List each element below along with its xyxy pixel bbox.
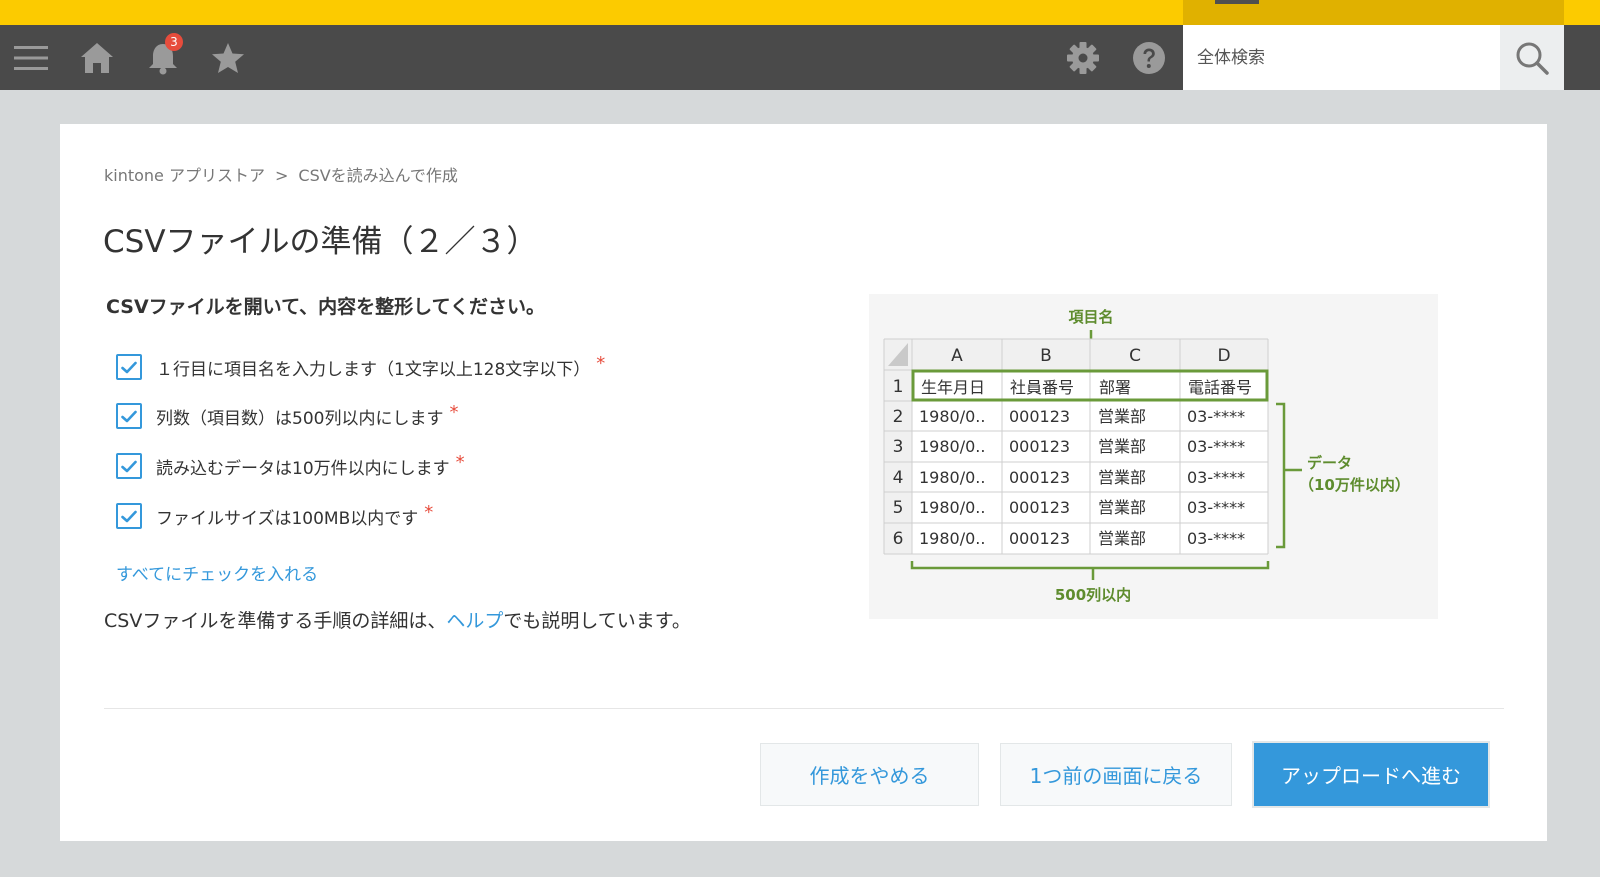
user-tab-marker (1215, 0, 1259, 4)
search-icon (1516, 42, 1549, 75)
notification-badge: 3 (165, 33, 183, 51)
global-search-input[interactable] (1183, 25, 1500, 90)
csv-format-illustration: 項目名 A B C D 1 2 3 4 5 6 生年月日 社員番号 部署 電話番… (869, 294, 1438, 619)
row-number: 5 (893, 498, 904, 518)
data-cell: 1980/0.. (919, 468, 985, 487)
required-mark: * (449, 401, 459, 423)
help-icon[interactable] (1124, 25, 1174, 90)
help-text: CSVファイルを準備する手順の詳細は、ヘルプでも説明しています。 (104, 606, 691, 633)
help-text-suffix: でも説明しています。 (503, 610, 691, 632)
data-cell: 営業部 (1098, 529, 1146, 548)
checkbox[interactable] (116, 503, 142, 529)
checklist-item[interactable]: １行目に項目名を入力します（1文字以上128文字以下） * (116, 352, 605, 382)
data-cell: 営業部 (1098, 498, 1146, 517)
column-letter: A (951, 346, 963, 366)
checklist-item-label: 読み込むデータは10万件以内にします (156, 458, 450, 479)
checkbox[interactable] (116, 354, 142, 380)
required-mark: * (424, 501, 434, 523)
required-mark: * (455, 451, 465, 473)
checklist-item[interactable]: 列数（項目数）は500列以内にします * (116, 401, 458, 431)
data-cell: 1980/0.. (919, 498, 985, 517)
columns-limit-label: 500列以内 (1055, 586, 1131, 604)
row-number: 6 (893, 529, 904, 549)
checkmark-icon (121, 361, 137, 373)
header-cell: 部署 (1099, 378, 1131, 397)
notification-bell-icon[interactable]: 3 (138, 25, 188, 90)
proceed-upload-button[interactable]: アップロードへ進む (1254, 743, 1488, 806)
data-cell: 03-**** (1187, 407, 1245, 426)
data-cell: 営業部 (1098, 407, 1146, 426)
column-letter: C (1129, 346, 1141, 366)
checklist-item[interactable]: ファイルサイズは100MB以内です * (116, 501, 433, 531)
header-cell: 生年月日 (921, 378, 985, 397)
data-cell: 03-**** (1187, 498, 1245, 517)
gear-icon[interactable] (1058, 25, 1108, 90)
header-label: 項目名 (1068, 308, 1113, 326)
row-number: 2 (893, 407, 904, 427)
home-icon[interactable] (72, 25, 122, 90)
header-cell: 電話番号 (1188, 378, 1252, 397)
breadcrumb: kintone アプリストア > CSVを読み込んで作成 (104, 162, 458, 186)
data-cell: 000123 (1009, 529, 1070, 548)
checkmark-icon (121, 460, 137, 472)
help-link[interactable]: ヘルプ (446, 610, 503, 632)
data-limit-label: （10万件以内） (1299, 476, 1410, 494)
column-letter: B (1040, 346, 1052, 366)
data-cell: 000123 (1009, 437, 1070, 456)
row-number: 4 (893, 468, 904, 488)
main-card: kintone アプリストア > CSVを読み込んで作成 CSVファイルの準備（２／… (60, 124, 1547, 841)
favorites-star-icon[interactable] (203, 25, 253, 90)
search-button[interactable] (1500, 25, 1564, 90)
checklist-item-label: ファイルサイズは100MB以内です (156, 508, 419, 529)
column-letter: D (1217, 346, 1230, 366)
checkmark-icon (121, 410, 137, 422)
data-label: データ (1307, 454, 1352, 472)
data-cell: 営業部 (1098, 437, 1146, 456)
page-title: CSVファイルの準備（２／３） (103, 224, 538, 260)
checkbox[interactable] (116, 453, 142, 479)
data-cell: 000123 (1009, 468, 1070, 487)
checklist-item-label: 列数（項目数）は500列以内にします (156, 408, 444, 429)
row-number: 3 (893, 437, 904, 457)
user-menu-tab[interactable] (1183, 0, 1564, 25)
header-cell: 社員番号 (1010, 378, 1074, 397)
row-number: 1 (893, 377, 904, 397)
check-all-link[interactable]: すべてにチェックを入れる (116, 560, 318, 585)
footer-divider (104, 708, 1504, 709)
data-cell: 1980/0.. (919, 529, 985, 548)
top-accent-bar (0, 0, 1600, 25)
required-mark: * (596, 352, 606, 374)
menu-icon[interactable] (6, 25, 56, 90)
data-cell: 03-**** (1187, 529, 1245, 548)
checkbox[interactable] (116, 403, 142, 429)
data-cell: 03-**** (1187, 437, 1245, 456)
data-rows-bracket (1276, 402, 1286, 549)
data-cell: 000123 (1009, 498, 1070, 517)
checklist-item[interactable]: 読み込むデータは10万件以内にします * (116, 451, 465, 481)
data-cell: 1980/0.. (919, 407, 985, 426)
back-button[interactable]: 1つ前の画面に戻る (1000, 743, 1232, 806)
breadcrumb-current: CSVを読み込んで作成 (298, 166, 458, 185)
data-cell: 000123 (1009, 407, 1070, 426)
csv-example-diagram: 項目名 A B C D 1 2 3 4 5 6 生年月日 社員番号 部署 電話番… (883, 308, 1410, 604)
columns-bracket (910, 561, 1270, 570)
cancel-create-button[interactable]: 作成をやめる (760, 743, 979, 806)
breadcrumb-root[interactable]: kintone アプリストア (104, 166, 265, 185)
instruction-lead: CSVファイルを開いて、内容を整形してください。 (106, 296, 546, 318)
help-text-prefix: CSVファイルを準備する手順の詳細は、 (104, 610, 447, 632)
data-cell: 1980/0.. (919, 437, 985, 456)
checkmark-icon (121, 510, 137, 522)
checklist-item-label: １行目に項目名を入力します（1文字以上128文字以下） (156, 359, 591, 380)
data-cell: 営業部 (1098, 468, 1146, 487)
breadcrumb-separator: > (275, 166, 289, 185)
data-cell: 03-**** (1187, 468, 1245, 487)
